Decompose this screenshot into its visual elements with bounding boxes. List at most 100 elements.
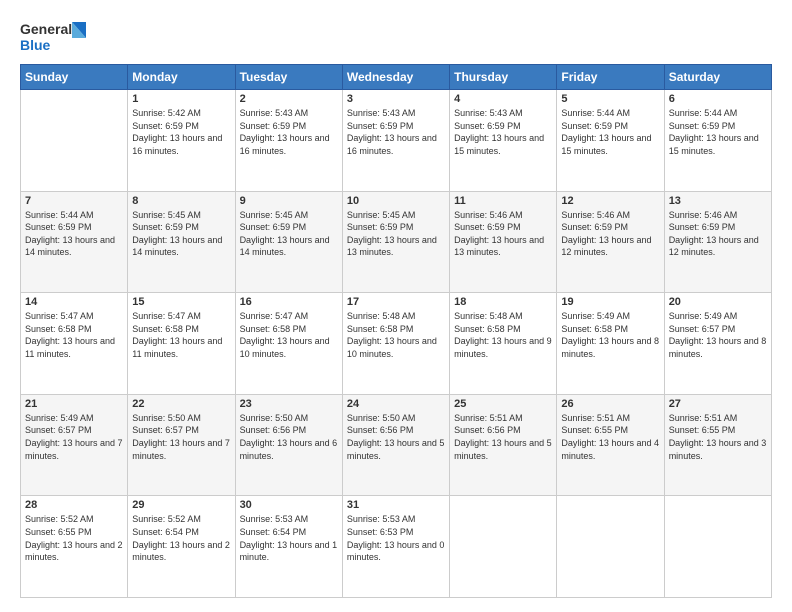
calendar-cell: 12Sunrise: 5:46 AMSunset: 6:59 PMDayligh… — [557, 191, 664, 293]
day-info: Sunrise: 5:50 AMSunset: 6:56 PMDaylight:… — [240, 412, 338, 462]
day-number: 10 — [347, 195, 445, 207]
calendar-cell — [21, 90, 128, 192]
calendar-cell: 7Sunrise: 5:44 AMSunset: 6:59 PMDaylight… — [21, 191, 128, 293]
day-info: Sunrise: 5:51 AMSunset: 6:56 PMDaylight:… — [454, 412, 552, 462]
day-info: Sunrise: 5:42 AMSunset: 6:59 PMDaylight:… — [132, 107, 230, 157]
day-number: 15 — [132, 296, 230, 308]
day-info: Sunrise: 5:44 AMSunset: 6:59 PMDaylight:… — [669, 107, 767, 157]
calendar-week-5: 28 Sunrise: 5:52 AMSunset: 6:55 PMDayligh… — [21, 496, 772, 598]
calendar-cell: 5Sunrise: 5:44 AMSunset: 6:59 PMDaylight… — [557, 90, 664, 192]
logo: GeneralBlue — [20, 18, 90, 54]
day-number: 31 — [347, 499, 445, 511]
day-info: Sunrise: 5:49 AMSunset: 6:57 PMDaylight:… — [669, 310, 767, 360]
day-number: 4 — [454, 93, 552, 105]
calendar-cell: 28 Sunrise: 5:52 AMSunset: 6:55 PMDayligh… — [21, 496, 128, 598]
day-info: Sunrise: 5:53 AMSunset: 6:54 PMDaylight:… — [240, 513, 338, 563]
day-info: Sunrise: 5:49 AMSunset: 6:57 PMDaylight:… — [25, 412, 123, 462]
day-header-thursday: Thursday — [450, 65, 557, 90]
calendar-header-row: SundayMondayTuesdayWednesdayThursdayFrid… — [21, 65, 772, 90]
calendar-cell: 13 Sunrise: 5:46 AMSunset: 6:59 PMDayligh… — [664, 191, 771, 293]
day-info: Sunrise: 5:48 AMSunset: 6:58 PMDaylight:… — [347, 310, 445, 360]
calendar-cell: 19Sunrise: 5:49 AMSunset: 6:58 PMDayligh… — [557, 293, 664, 395]
day-info: Sunrise: 5:47 AMSunset: 6:58 PMDaylight:… — [132, 310, 230, 360]
day-number: 8 — [132, 195, 230, 207]
calendar-cell: 15 Sunrise: 5:47 AMSunset: 6:58 PMDayligh… — [128, 293, 235, 395]
day-info: Sunrise: 5:46 AMSunset: 6:59 PMDaylight:… — [454, 209, 552, 259]
day-number: 20 — [669, 296, 767, 308]
day-number: 7 — [25, 195, 123, 207]
day-info: Sunrise: 5:50 AMSunset: 6:56 PMDaylight:… — [347, 412, 445, 462]
calendar-cell — [664, 496, 771, 598]
day-info: Sunrise: 5:48 AMSunset: 6:58 PMDaylight:… — [454, 310, 552, 360]
day-header-sunday: Sunday — [21, 65, 128, 90]
calendar-cell: 4 Sunrise: 5:43 AMSunset: 6:59 PMDaylight… — [450, 90, 557, 192]
day-header-friday: Friday — [557, 65, 664, 90]
day-info: Sunrise: 5:44 AMSunset: 6:59 PMDaylight:… — [561, 107, 659, 157]
calendar-cell: 11Sunrise: 5:46 AMSunset: 6:59 PMDayligh… — [450, 191, 557, 293]
day-number: 3 — [347, 93, 445, 105]
day-number: 30 — [240, 499, 338, 511]
day-number: 1 — [132, 93, 230, 105]
calendar-cell: 8 Sunrise: 5:45 AMSunset: 6:59 PMDaylight… — [128, 191, 235, 293]
day-header-tuesday: Tuesday — [235, 65, 342, 90]
day-number: 17 — [347, 296, 445, 308]
header: GeneralBlue — [20, 18, 772, 54]
calendar-cell: 26Sunrise: 5:51 AMSunset: 6:55 PMDayligh… — [557, 394, 664, 496]
day-header-wednesday: Wednesday — [342, 65, 449, 90]
day-number: 21 — [25, 398, 123, 410]
calendar-cell: 21 Sunrise: 5:49 AMSunset: 6:57 PMDayligh… — [21, 394, 128, 496]
calendar-cell: 2 Sunrise: 5:43 AMSunset: 6:59 PMDaylight… — [235, 90, 342, 192]
day-info: Sunrise: 5:53 AMSunset: 6:53 PMDaylight:… — [347, 513, 445, 563]
page: GeneralBlue SundayMondayTuesdayWednesday… — [0, 0, 792, 612]
day-number: 16 — [240, 296, 338, 308]
calendar-week-4: 21 Sunrise: 5:49 AMSunset: 6:57 PMDayligh… — [21, 394, 772, 496]
day-info: Sunrise: 5:46 AMSunset: 6:59 PMDaylight:… — [669, 209, 767, 259]
calendar-cell: 14 Sunrise: 5:47 AMSunset: 6:58 PMDayligh… — [21, 293, 128, 395]
svg-text:General: General — [20, 21, 72, 37]
day-info: Sunrise: 5:43 AMSunset: 6:59 PMDaylight:… — [454, 107, 552, 157]
calendar-cell: 22 Sunrise: 5:50 AMSunset: 6:57 PMDayligh… — [128, 394, 235, 496]
calendar-cell: 30 Sunrise: 5:53 AMSunset: 6:54 PMDayligh… — [235, 496, 342, 598]
day-info: Sunrise: 5:45 AMSunset: 6:59 PMDaylight:… — [240, 209, 338, 259]
calendar-cell: 17 Sunrise: 5:48 AMSunset: 6:58 PMDayligh… — [342, 293, 449, 395]
logo-svg: GeneralBlue — [20, 18, 90, 54]
calendar-cell: 31 Sunrise: 5:53 AMSunset: 6:53 PMDayligh… — [342, 496, 449, 598]
day-number: 18 — [454, 296, 552, 308]
day-number: 22 — [132, 398, 230, 410]
calendar-cell — [557, 496, 664, 598]
day-info: Sunrise: 5:51 AMSunset: 6:55 PMDaylight:… — [669, 412, 767, 462]
day-info: Sunrise: 5:49 AMSunset: 6:58 PMDaylight:… — [561, 310, 659, 360]
day-number: 26 — [561, 398, 659, 410]
day-number: 12 — [561, 195, 659, 207]
day-number: 14 — [25, 296, 123, 308]
day-info: Sunrise: 5:52 AMSunset: 6:55 PMDaylight:… — [25, 513, 123, 563]
day-number: 23 — [240, 398, 338, 410]
day-number: 24 — [347, 398, 445, 410]
day-number: 2 — [240, 93, 338, 105]
day-info: Sunrise: 5:45 AMSunset: 6:59 PMDaylight:… — [132, 209, 230, 259]
day-number: 29 — [132, 499, 230, 511]
calendar-cell: 27Sunrise: 5:51 AMSunset: 6:55 PMDayligh… — [664, 394, 771, 496]
calendar-cell: 18 Sunrise: 5:48 AMSunset: 6:58 PMDayligh… — [450, 293, 557, 395]
calendar-table: SundayMondayTuesdayWednesdayThursdayFrid… — [20, 64, 772, 598]
day-number: 9 — [240, 195, 338, 207]
svg-text:Blue: Blue — [20, 37, 51, 53]
day-number: 13 — [669, 195, 767, 207]
calendar-cell: 20 Sunrise: 5:49 AMSunset: 6:57 PMDayligh… — [664, 293, 771, 395]
day-number: 28 — [25, 499, 123, 511]
day-info: Sunrise: 5:47 AMSunset: 6:58 PMDaylight:… — [240, 310, 338, 360]
calendar-week-2: 7Sunrise: 5:44 AMSunset: 6:59 PMDaylight… — [21, 191, 772, 293]
calendar-cell: 3 Sunrise: 5:43 AMSunset: 6:59 PMDaylight… — [342, 90, 449, 192]
day-header-saturday: Saturday — [664, 65, 771, 90]
day-info: Sunrise: 5:50 AMSunset: 6:57 PMDaylight:… — [132, 412, 230, 462]
calendar-cell: 9 Sunrise: 5:45 AMSunset: 6:59 PMDaylight… — [235, 191, 342, 293]
calendar-cell: 10 Sunrise: 5:45 AMSunset: 6:59 PMDayligh… — [342, 191, 449, 293]
calendar-cell: 29Sunrise: 5:52 AMSunset: 6:54 PMDayligh… — [128, 496, 235, 598]
day-info: Sunrise: 5:43 AMSunset: 6:59 PMDaylight:… — [240, 107, 338, 157]
calendar-week-3: 14 Sunrise: 5:47 AMSunset: 6:58 PMDayligh… — [21, 293, 772, 395]
day-info: Sunrise: 5:45 AMSunset: 6:59 PMDaylight:… — [347, 209, 445, 259]
calendar-cell: 23 Sunrise: 5:50 AMSunset: 6:56 PMDayligh… — [235, 394, 342, 496]
day-info: Sunrise: 5:43 AMSunset: 6:59 PMDaylight:… — [347, 107, 445, 157]
day-info: Sunrise: 5:47 AMSunset: 6:58 PMDaylight:… — [25, 310, 123, 360]
day-number: 6 — [669, 93, 767, 105]
